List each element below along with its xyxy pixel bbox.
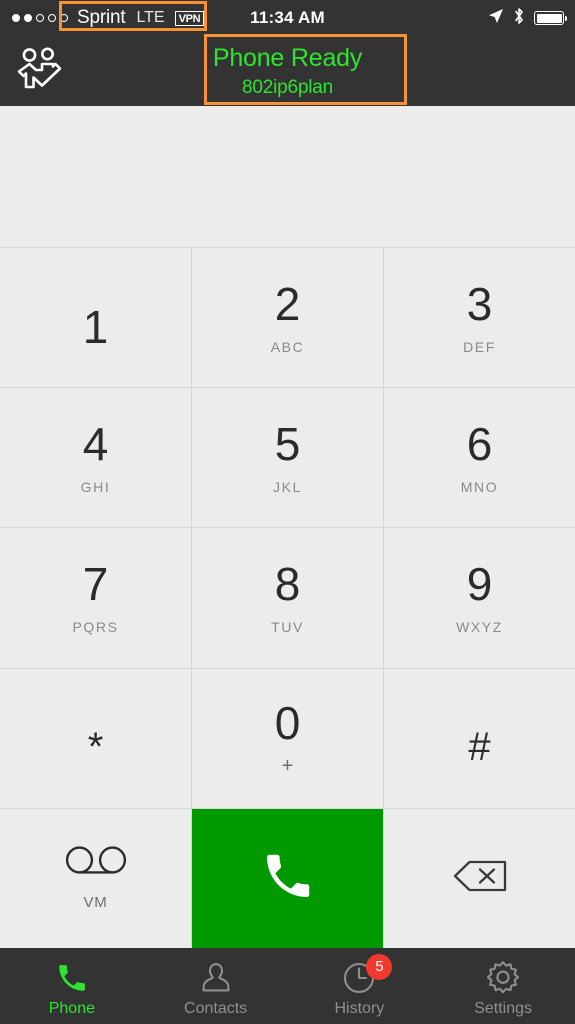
tab-bar: Phone Contacts 5 History Settings — [0, 948, 575, 1024]
tab-settings[interactable]: Settings — [431, 948, 575, 1024]
dialpad-key-6[interactable]: 6 MNO — [384, 388, 575, 528]
dialpad-key-3[interactable]: 3 DEF — [384, 248, 575, 388]
status-bar: Sprint LTE VPN 11:34 AM — [0, 0, 575, 36]
dialpad-key-9[interactable]: 9 WXYZ — [384, 528, 575, 668]
dialpad-key-7[interactable]: 7 PQRS — [0, 528, 191, 668]
dialpad: 1 2 ABC 3 DEF 4 GHI 5 JKL 6 MNO 7 PQRS 8… — [0, 247, 575, 948]
nav-bar: Phone Ready 802ip6plan — [0, 36, 575, 106]
dialpad-key-star[interactable]: * — [0, 668, 191, 808]
tab-history[interactable]: 5 History — [288, 948, 432, 1024]
phone-handset-icon — [55, 959, 89, 995]
voicemail-button[interactable]: VM — [0, 808, 191, 948]
clock-icon: 5 — [342, 953, 393, 995]
dialpad-key-5-letters: JKL — [273, 479, 302, 496]
dialpad-key-4[interactable]: 4 GHI — [0, 388, 191, 528]
backspace-delete-icon — [452, 858, 508, 899]
dialpad-key-2[interactable]: 2 ABC — [192, 248, 383, 388]
delete-button[interactable] — [384, 808, 575, 948]
dialpad-key-5-digit: 5 — [274, 418, 301, 471]
phone-status-title: Phone Ready 802ip6plan — [212, 43, 363, 98]
dialpad-key-6-letters: MNO — [460, 479, 499, 496]
tab-settings-label: Settings — [474, 999, 533, 1017]
dialpad-key-7-letters: PQRS — [72, 619, 119, 636]
dialpad-key-8[interactable]: 8 TUV — [192, 528, 383, 668]
dialpad-key-5[interactable]: 5 JKL — [192, 388, 383, 528]
tab-contacts-label: Contacts — [184, 999, 248, 1017]
dialpad-key-6-digit: 6 — [466, 418, 493, 471]
gear-icon — [485, 959, 521, 995]
dialpad-key-0-digit: 0 — [274, 697, 301, 750]
add-contacts-icon — [15, 47, 69, 96]
phone-handset-icon — [260, 848, 316, 909]
voicemail-icon — [65, 845, 127, 880]
location-arrow-icon — [488, 8, 504, 29]
dialpad-key-1-digit: 1 — [82, 300, 109, 353]
dialpad-key-9-letters: WXYZ — [456, 619, 503, 636]
dialpad-key-4-digit: 4 — [82, 418, 109, 471]
dialpad-key-2-letters: ABC — [270, 339, 305, 356]
dialpad-key-9-digit: 9 — [466, 558, 493, 611]
add-contacts-button[interactable] — [13, 45, 71, 97]
dialpad-key-8-digit: 8 — [274, 558, 301, 611]
phone-dialer-screen: Sprint LTE VPN 11:34 AM Phone Ready 802i… — [0, 0, 575, 1024]
bluetooth-icon — [513, 7, 525, 30]
dialpad-key-hash-digit: # — [468, 725, 491, 770]
dialpad-key-4-letters: GHI — [80, 479, 111, 496]
tab-phone[interactable]: Phone — [0, 948, 144, 1024]
tab-contacts[interactable]: Contacts — [144, 948, 288, 1024]
person-icon — [199, 959, 233, 995]
voicemail-label: VM — [83, 894, 108, 912]
dialed-number-display[interactable] — [0, 106, 575, 247]
dialpad-key-3-letters: DEF — [463, 339, 496, 356]
call-button[interactable] — [192, 808, 383, 948]
tab-phone-label: Phone — [48, 999, 95, 1017]
history-badge: 5 — [366, 953, 393, 980]
dialpad-key-star-digit: * — [87, 725, 104, 770]
phone-status-primary: Phone Ready — [212, 43, 363, 72]
battery-full-icon — [534, 11, 567, 25]
phone-status-secondary: 802ip6plan — [242, 76, 333, 98]
status-bar-right — [488, 0, 567, 36]
dialpad-key-7-digit: 7 — [82, 558, 109, 611]
dialpad-key-0[interactable]: 0 + — [192, 668, 383, 808]
tab-history-label: History — [334, 999, 385, 1017]
dialpad-key-hash[interactable]: # — [384, 668, 575, 808]
dialpad-key-1[interactable]: 1 — [0, 248, 191, 388]
dialpad-key-0-plus: + — [281, 755, 294, 778]
dialpad-key-3-digit: 3 — [466, 278, 493, 331]
dialpad-key-8-letters: TUV — [271, 619, 304, 636]
dialpad-key-2-digit: 2 — [274, 278, 301, 331]
